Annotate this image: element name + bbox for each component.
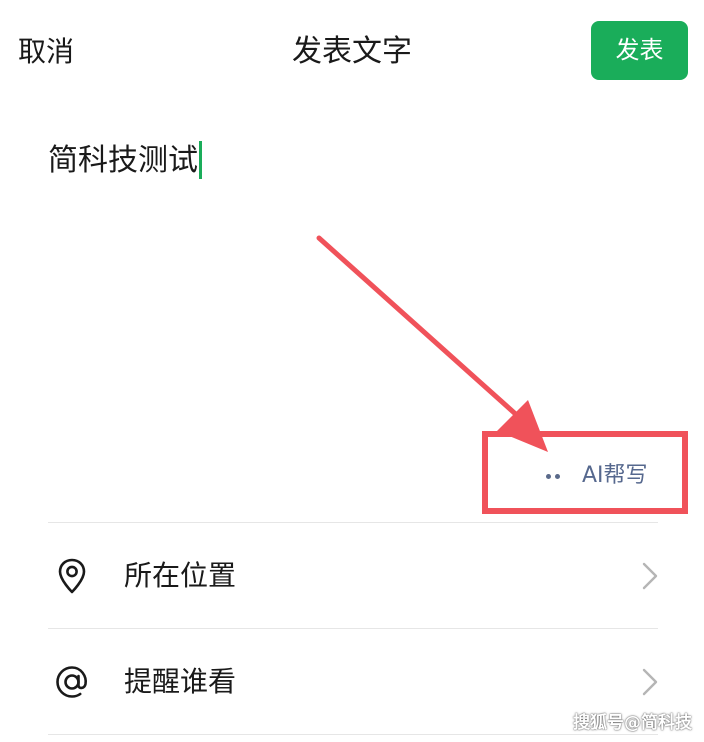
option-label: 所在位置 xyxy=(124,559,237,592)
top-bar: 取消 发表文字 发表 xyxy=(0,0,704,104)
divider xyxy=(48,734,658,735)
option-label: 提醒谁看 xyxy=(124,665,237,698)
watermark: 搜狐号@简科技 xyxy=(573,713,692,733)
ai-sparkle-icon xyxy=(546,473,564,479)
text-caret xyxy=(199,140,202,179)
divider xyxy=(48,522,658,523)
chevron-right-icon xyxy=(642,668,658,696)
publish-button[interactable]: 发表 xyxy=(591,21,688,80)
location-pin-icon xyxy=(58,558,86,594)
option-remind[interactable]: 提醒谁看 xyxy=(48,630,658,734)
chevron-right-icon xyxy=(642,562,658,590)
editor-text: 简科技测试 xyxy=(48,143,198,178)
option-location[interactable]: 所在位置 xyxy=(48,524,658,628)
ai-help-label: AI帮写 xyxy=(582,463,648,488)
ai-help-button[interactable]: AI帮写 xyxy=(546,458,648,494)
divider xyxy=(48,628,658,629)
text-editor[interactable]: 简科技测试 xyxy=(48,138,648,198)
at-sign-icon xyxy=(56,666,87,698)
